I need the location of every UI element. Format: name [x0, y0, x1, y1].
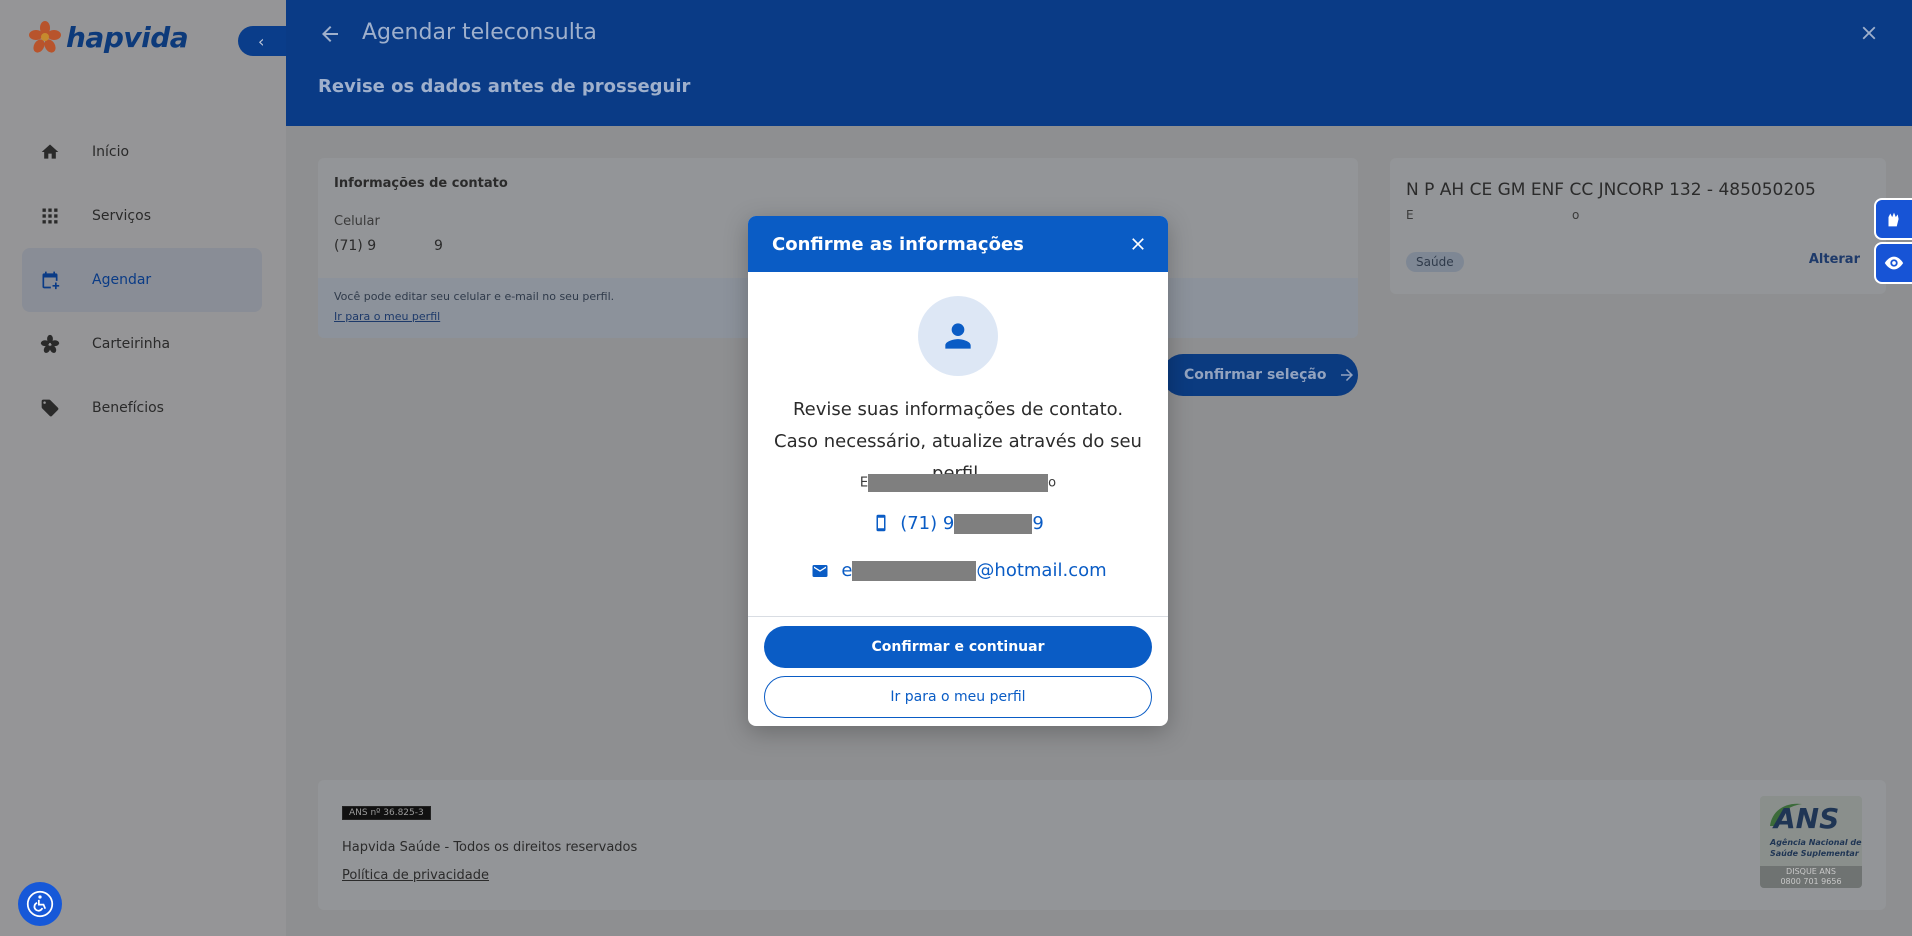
sidebar-item-servicos[interactable]: Serviços	[22, 184, 262, 248]
visual-accessibility-button[interactable]	[1874, 242, 1912, 284]
avatar	[918, 296, 998, 376]
phone-label: Celular	[334, 214, 380, 229]
contact-name-start: E	[859, 475, 869, 491]
profile-note: Você pode editar seu celular e e-mail no…	[334, 290, 615, 303]
contact-email-value: e @hotmail.com	[841, 560, 1107, 581]
ans-registration-number: ANS nº 36.825-3	[342, 806, 431, 820]
confirm-selection-button[interactable]: Confirmar seleção	[1162, 354, 1358, 396]
plan-beneficiary-start: E	[1406, 208, 1414, 222]
ans-logo-line1: Agência Nacional de	[1770, 838, 1862, 847]
logo-text: hapvida	[66, 20, 189, 54]
contact-phone: (71) 9 9	[748, 512, 1168, 534]
phone-value-end: 9	[434, 238, 443, 254]
hapvida-logo[interactable]: hapvida	[28, 20, 189, 54]
ans-logo-line2: Saúde Suplementar	[1770, 849, 1859, 858]
collapse-sidebar-button[interactable]: ‹	[238, 26, 290, 56]
plan-title: N P AH CE GM ENF CC JNCORP 132 - 4850502…	[1406, 180, 1816, 200]
eye-icon	[1884, 256, 1904, 270]
close-icon[interactable]	[1128, 234, 1148, 254]
calendar-add-icon	[38, 268, 62, 292]
contact-phone-value: (71) 9 9	[900, 513, 1044, 534]
contact-email: e @hotmail.com	[748, 560, 1168, 581]
contact-email-end: @hotmail.com	[976, 560, 1107, 581]
contact-card-title: Informações de contato	[334, 176, 508, 191]
sidebar-nav: Início Serviços Agendar Carteirinha Bene…	[22, 120, 262, 440]
contact-email-start: e	[841, 560, 853, 581]
contact-phone-start: (71) 9	[900, 512, 955, 534]
ans-logo-word: ANS	[1774, 802, 1840, 835]
modal-title: Confirme as informações	[772, 233, 1024, 255]
sidebar-item-inicio[interactable]: Início	[22, 120, 262, 184]
phone-value: (71) 9	[334, 238, 377, 254]
sign-language-hands-icon	[1888, 212, 1899, 227]
modal-header: Confirme as informações	[748, 216, 1168, 272]
page-header: Agendar teleconsulta Revise os dados ant…	[286, 0, 1912, 126]
ans-hotline: DISQUE ANS 0800 701 9656	[1760, 866, 1862, 888]
redaction-block	[954, 513, 1033, 534]
person-icon	[945, 323, 971, 349]
home-icon	[38, 140, 62, 164]
ans-logo[interactable]: ANS Agência Nacional de Saúde Suplementa…	[1760, 796, 1862, 888]
sidebar-item-label: Agendar	[92, 272, 152, 288]
grid-icon	[38, 204, 62, 228]
page-title: Agendar teleconsulta	[362, 20, 597, 45]
go-to-profile-button[interactable]: Ir para o meu perfil	[764, 676, 1152, 718]
sidebar-item-agendar[interactable]: Agendar	[22, 248, 262, 312]
change-plan-link[interactable]: Alterar	[1809, 252, 1860, 267]
sidebar-item-beneficios[interactable]: Benefícios	[22, 376, 262, 440]
sidebar-item-label: Benefícios	[92, 400, 164, 416]
sidebar: hapvida ‹ Início Serviços Agendar Cartei…	[0, 0, 290, 936]
smartphone-icon	[876, 514, 886, 532]
contact-name: Eo	[748, 474, 1168, 492]
modal-divider	[748, 616, 1168, 617]
privacy-policy-link[interactable]: Política de privacidade	[342, 868, 489, 883]
page-subtitle: Revise os dados antes de prosseguir	[318, 76, 691, 97]
redaction-block	[868, 474, 1049, 492]
accessibility-button[interactable]	[18, 882, 62, 926]
sidebar-item-label: Início	[92, 144, 130, 160]
flower-logo-icon	[29, 21, 61, 53]
back-arrow-icon[interactable]	[318, 22, 342, 46]
tag-icon	[38, 396, 62, 420]
sign-language-button[interactable]	[1874, 198, 1912, 240]
contact-phone-end: 9	[1032, 512, 1044, 534]
sidebar-item-label: Carteirinha	[92, 336, 171, 352]
sidebar-item-label: Serviços	[92, 208, 151, 224]
ans-hotline-number: 0800 701 9656	[1780, 877, 1842, 886]
copyright-text: Hapvida Saúde - Todos os direitos reserv…	[342, 840, 638, 855]
redaction-block	[852, 561, 977, 581]
arrow-right-icon	[1341, 369, 1354, 381]
confirm-and-continue-button[interactable]: Confirmar e continuar	[764, 626, 1152, 668]
close-icon[interactable]	[1858, 22, 1880, 44]
sidebar-item-carteirinha[interactable]: Carteirinha	[22, 312, 262, 376]
go-to-profile-link[interactable]: Ir para o meu perfil	[334, 310, 440, 323]
footer: ANS nº 36.825-3 Hapvida Saúde - Todos os…	[318, 780, 1886, 910]
plan-beneficiary-end: o	[1572, 208, 1580, 222]
mail-icon	[812, 564, 828, 577]
wheelchair-icon	[26, 890, 54, 918]
chevron-left-icon: ‹	[258, 31, 265, 51]
contact-name-end: o	[1048, 475, 1057, 491]
plan-card: N P AH CE GM ENF CC JNCORP 132 - 4850502…	[1390, 158, 1886, 294]
ans-hotline-title: DISQUE ANS	[1786, 867, 1836, 876]
flower-icon	[38, 332, 62, 356]
confirm-info-modal: Confirme as informações Revise suas info…	[748, 216, 1168, 726]
confirm-selection-label: Confirmar seleção	[1184, 367, 1327, 383]
plan-type-badge: Saúde	[1406, 252, 1464, 272]
